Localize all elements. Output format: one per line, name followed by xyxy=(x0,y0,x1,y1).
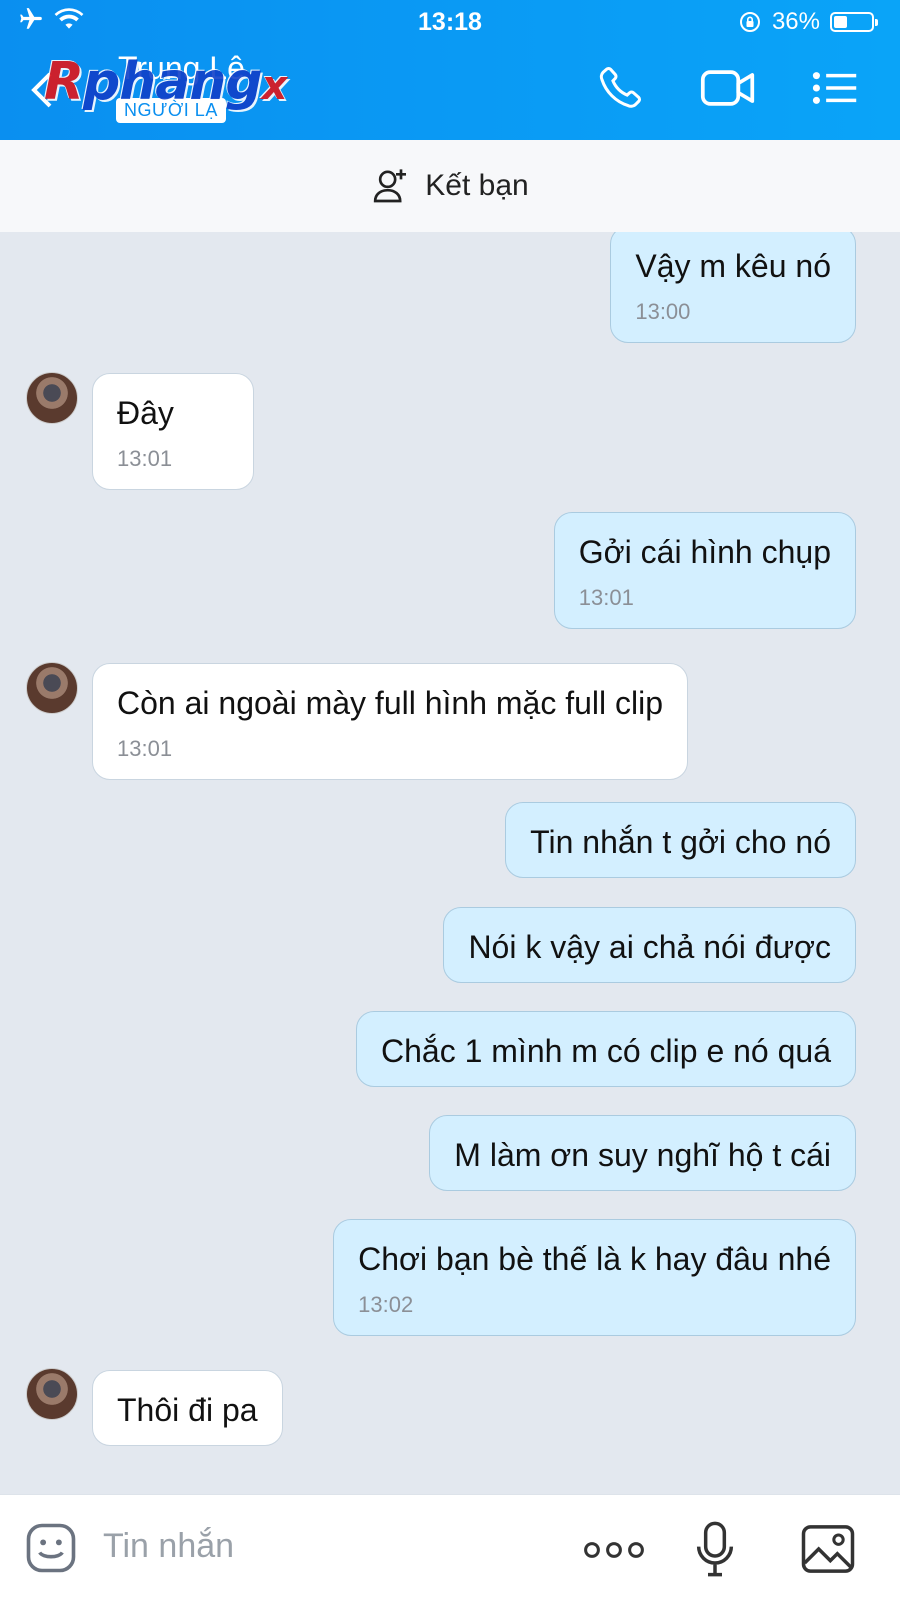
status-right: 36% xyxy=(738,8,878,36)
message-time: 13:02 xyxy=(358,1292,414,1318)
add-friend-label: Kết bạn xyxy=(425,169,529,202)
message-bubble-outgoing[interactable]: M làm ơn suy nghĩ hộ t cái xyxy=(429,1115,856,1192)
battery-fill xyxy=(834,16,847,28)
message-bubble-outgoing[interactable]: Nói k vậy ai chả nói được xyxy=(443,907,856,984)
avatar[interactable] xyxy=(26,662,78,714)
message-time: 13:01 xyxy=(578,585,634,611)
message-bubble-outgoing[interactable]: Chơi bạn bè thế là k hay đâu nhé 13:02 xyxy=(333,1219,856,1336)
message-text: Tin nhắn t gởi cho nó xyxy=(530,824,831,860)
battery-icon xyxy=(830,12,878,32)
battery-percent: 36% xyxy=(771,8,820,35)
message-list[interactable]: Vậy m kêu nó 13:00 Đây 13:01 Gởi cái hìn… xyxy=(0,232,900,1494)
rotation-lock-icon xyxy=(739,12,760,32)
message-bubble-incoming[interactable]: Còn ai ngoài mày full hình mặc full clip… xyxy=(92,663,689,780)
video-icon[interactable] xyxy=(700,66,756,110)
message-text: Chơi bạn bè thế là k hay đâu nhé xyxy=(358,1241,831,1277)
message-text: M làm ơn suy nghĩ hộ t cái xyxy=(454,1137,831,1173)
message-bubble-incoming[interactable]: Thôi đi pa xyxy=(92,1370,283,1447)
phone-icon[interactable] xyxy=(598,64,644,110)
message-text: Nói k vậy ai chả nói được xyxy=(468,929,831,965)
message-time: 13:01 xyxy=(117,446,173,472)
mic-icon[interactable] xyxy=(694,1521,736,1577)
menu-icon[interactable] xyxy=(812,70,858,106)
message-text: Còn ai ngoài mày full hình mặc full clip xyxy=(117,685,664,721)
message-text: Vậy m kêu nó xyxy=(635,248,831,284)
watermark-logo: Rphangx xyxy=(44,52,287,112)
message-bubble-outgoing[interactable]: Chắc 1 mình m có clip e nó quá xyxy=(355,1011,856,1088)
avatar[interactable] xyxy=(26,1368,78,1420)
image-icon[interactable] xyxy=(800,1523,856,1575)
sticker-icon[interactable] xyxy=(24,1521,78,1575)
message-text: Đây xyxy=(117,395,174,431)
message-time: 13:01 xyxy=(117,736,173,762)
message-text: Chắc 1 mình m có clip e nó quá xyxy=(380,1033,831,1069)
message-bubble-outgoing[interactable]: Gởi cái hình chụp 13:01 xyxy=(553,512,856,629)
message-input[interactable]: Tin nhắn xyxy=(103,1527,234,1566)
message-bubble-incoming[interactable]: Đây 13:01 xyxy=(92,373,254,490)
add-friend-bar[interactable]: Kết bạn xyxy=(0,140,900,232)
add-user-icon xyxy=(374,169,407,203)
avatar[interactable] xyxy=(26,372,78,424)
message-text: Gởi cái hình chụp xyxy=(578,534,831,570)
message-bubble-outgoing[interactable]: Tin nhắn t gởi cho nó xyxy=(505,802,856,879)
message-text: Thôi đi pa xyxy=(117,1392,258,1428)
message-time: 13:00 xyxy=(635,299,691,325)
message-bubble-outgoing[interactable]: Vậy m kêu nó 13:00 xyxy=(610,232,856,343)
more-icon[interactable] xyxy=(584,1539,644,1561)
chat-header: 13:18 36% Trung Lê NGƯỜI LẠ Rphangx xyxy=(0,0,900,140)
message-composer: Tin nhắn xyxy=(0,1494,900,1601)
status-bar: 13:18 36% xyxy=(0,0,900,44)
